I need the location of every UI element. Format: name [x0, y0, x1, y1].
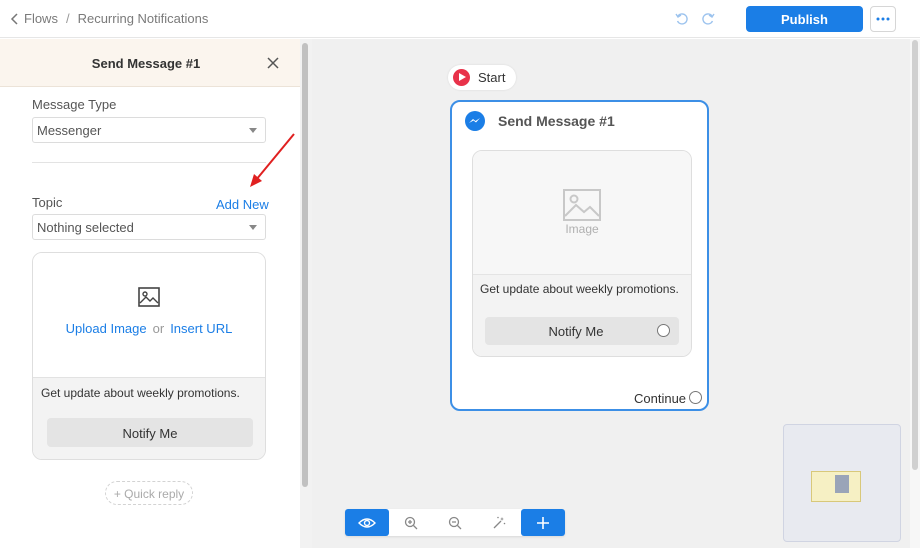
node-message-card: Image Get update about weekly promotions…: [472, 150, 692, 357]
close-icon[interactable]: [266, 56, 280, 70]
insert-url-link[interactable]: Insert URL: [170, 321, 232, 336]
history-controls: [674, 11, 716, 27]
message-card-editor: Upload Image or Insert URL Get update abou…: [32, 252, 266, 460]
canvas-scrollbar-thumb[interactable]: [912, 40, 918, 470]
start-node[interactable]: Start: [448, 65, 516, 90]
zoom-out-icon: [448, 516, 462, 529]
canvas-toolbar: [345, 509, 565, 536]
node-title: Send Message #1: [498, 113, 615, 129]
node-card-text: Get update about weekly promotions.: [480, 282, 679, 296]
panel-title: Send Message #1: [91, 56, 201, 71]
panel-scrollbar-thumb[interactable]: [302, 43, 308, 487]
top-bar: Flows / Recurring Notifications Publish: [0, 0, 920, 38]
breadcrumb-current: Recurring Notifications: [77, 11, 209, 26]
node-image-placeholder: Image: [473, 151, 691, 275]
node-card-body: Get update about weekly promotions. Noti…: [473, 275, 691, 356]
divider: [32, 162, 266, 163]
topic-value: Nothing selected: [37, 220, 134, 235]
card-text[interactable]: Get update about weekly promotions.: [41, 386, 240, 400]
quick-reply-button[interactable]: + Quick reply: [105, 481, 193, 505]
canvas-minimap[interactable]: [783, 424, 901, 542]
continue-connector-port[interactable]: [689, 391, 702, 404]
image-icon: [563, 189, 601, 221]
message-settings-panel: Send Message #1 Message Type Messenger T…: [0, 39, 312, 548]
ellipsis-icon: [876, 17, 890, 21]
panel-header: Send Message #1: [0, 39, 300, 87]
chevron-down-icon: [249, 225, 257, 230]
image-upload-area[interactable]: Upload Image or Insert URL: [33, 253, 265, 378]
zoom-in-icon: [404, 516, 418, 529]
or-separator: or: [152, 321, 165, 336]
image-icon: [138, 287, 160, 307]
message-type-select[interactable]: Messenger: [32, 117, 266, 143]
start-label: Start: [478, 70, 506, 85]
messenger-icon: [465, 111, 485, 131]
image-label: Image: [565, 222, 599, 236]
node-notify-me-button[interactable]: Notify Me: [485, 317, 679, 345]
chevron-left-icon[interactable]: [10, 12, 24, 26]
eye-icon: [358, 517, 376, 528]
more-options-button[interactable]: [870, 6, 896, 32]
message-type-label: Message Type: [32, 97, 117, 112]
magic-wand-icon: [493, 516, 506, 528]
publish-button[interactable]: Publish: [746, 6, 863, 32]
plus-icon: [537, 516, 549, 529]
breadcrumb-flows-link[interactable]: Flows: [24, 11, 58, 26]
send-message-node[interactable]: Send Message #1 Image Get update about w…: [450, 100, 709, 411]
zoom-out-button[interactable]: [433, 509, 477, 536]
redo-icon[interactable]: [700, 11, 716, 27]
card-body: Get update about weekly promotions. Noti…: [33, 378, 265, 459]
topic-label: Topic: [32, 195, 63, 210]
button-connector-port[interactable]: [657, 324, 670, 337]
zoom-in-button[interactable]: [389, 509, 433, 536]
add-new-topic-link[interactable]: Add New: [216, 197, 269, 212]
preview-button[interactable]: [345, 509, 389, 536]
continue-label: Continue: [634, 391, 687, 406]
message-type-value: Messenger: [37, 123, 102, 138]
undo-icon[interactable]: [674, 11, 690, 27]
add-node-button[interactable]: [521, 509, 565, 536]
minimap-node: [835, 475, 849, 493]
upload-image-link[interactable]: Upload Image: [66, 321, 147, 336]
chevron-down-icon: [249, 128, 257, 133]
topic-select[interactable]: Nothing selected: [32, 214, 266, 240]
breadcrumb: Flows / Recurring Notifications: [10, 11, 208, 26]
breadcrumb-separator: /: [65, 11, 70, 26]
auto-arrange-button[interactable]: [477, 509, 521, 536]
upload-options: Upload Image or Insert URL: [33, 321, 265, 336]
node-notify-me-label: Notify Me: [548, 324, 604, 339]
play-icon: [453, 69, 470, 86]
notify-me-button[interactable]: Notify Me: [47, 418, 253, 447]
